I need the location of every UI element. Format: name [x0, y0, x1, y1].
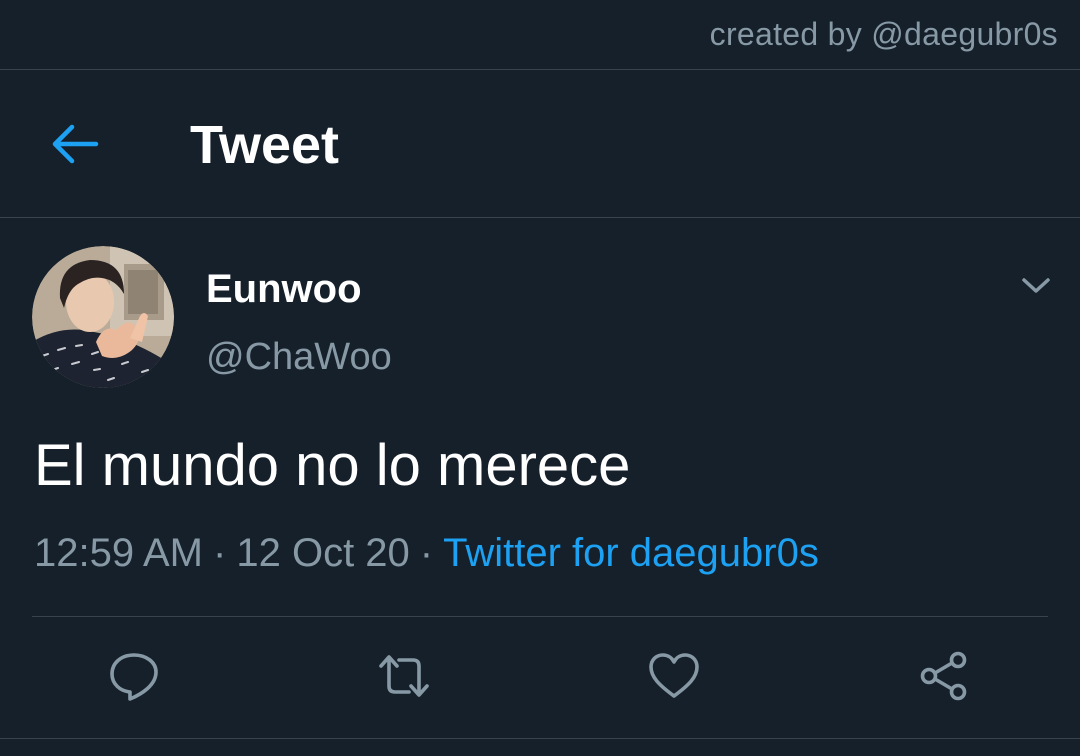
reply-button[interactable] [108, 650, 160, 702]
retweet-icon [379, 655, 429, 697]
tweet-source-link[interactable]: Twitter for daegubr0s [443, 531, 819, 575]
like-button[interactable] [648, 650, 700, 702]
share-button[interactable] [918, 650, 970, 702]
divider [32, 616, 1048, 617]
watermark-text: created by @daegubr0s [709, 16, 1058, 52]
meta-separator: · [213, 531, 227, 575]
tweet-menu-button[interactable] [1018, 270, 1054, 300]
arrow-left-icon [52, 124, 99, 164]
divider [0, 738, 1080, 739]
back-button[interactable] [48, 120, 100, 168]
profile-photo [32, 246, 174, 388]
tweet-time: 12:59 AM [34, 531, 204, 575]
tweet-metadata: 12:59 AM · 12 Oct 20 · Twitter for daegubr0s [34, 531, 819, 576]
page-title: Tweet [190, 115, 340, 175]
avatar[interactable] [32, 246, 174, 388]
watermark-bar: created by @daegubr0s [0, 0, 1080, 70]
tweet-date: 12 Oct 20 [236, 531, 410, 575]
author-handle[interactable]: @ChaWoo [206, 336, 392, 379]
share-icon [920, 651, 967, 701]
chevron-down-icon [1022, 278, 1050, 293]
top-app-bar: Tweet [0, 70, 1080, 218]
retweet-button[interactable] [378, 650, 430, 702]
reply-icon [110, 653, 158, 701]
tweet-text: El mundo no lo merece [34, 433, 631, 498]
meta-separator: · [419, 531, 434, 575]
tweet-screen: created by @daegubr0s Tweet Eunwoo @ChaW… [0, 0, 1080, 756]
author-display-name[interactable]: Eunwoo [206, 267, 362, 312]
like-icon [649, 653, 699, 698]
